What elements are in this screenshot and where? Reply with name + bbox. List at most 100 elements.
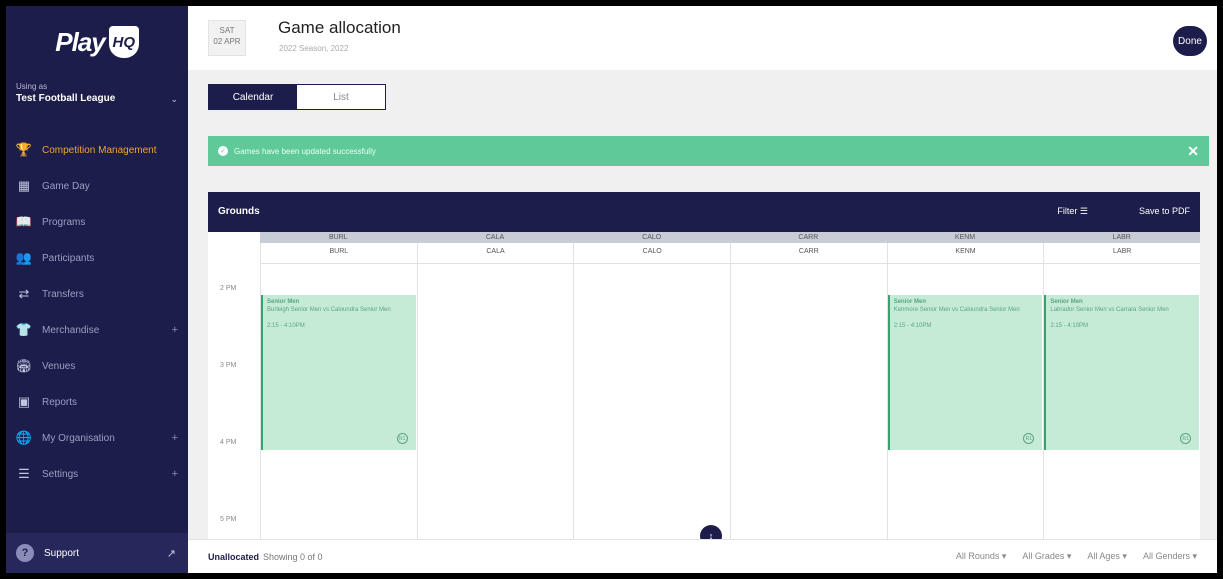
expand-icon: + [171, 324, 178, 336]
time-label: 3 PM [220, 362, 237, 369]
date-date: 02 APR [213, 37, 241, 46]
game-card[interactable]: Senior Men Kenmore Senior Men vs Calound… [887, 295, 1043, 450]
time-label: 5 PM [220, 516, 237, 523]
chevron-down-icon: ⌄ [170, 94, 178, 104]
grades-filter[interactable]: All Grades ▾ [1022, 551, 1071, 562]
sidebar-item-game-day[interactable]: ▦ Game Day [6, 168, 188, 204]
ages-filter[interactable]: All Ages ▾ [1087, 551, 1127, 562]
success-banner: ✓ Games have been updated successfully ✕ [208, 136, 1209, 166]
column-header: LABR [1112, 234, 1131, 241]
game-grade: Senior Men [267, 299, 300, 305]
game-time: 2:15 - 4:10PM [267, 323, 305, 329]
unallocated-bar: Unallocated Showing 0 of 0 All Rounds ▾ … [188, 539, 1217, 573]
column-header: CALO [642, 234, 662, 241]
column-subheader-row: BURL CALA CALO CARR KENM LABR [260, 243, 1200, 264]
unallocated-label: Unallocated [208, 551, 260, 562]
column-subheader: CALO [573, 243, 730, 263]
calendar-grid: Senior Men Burleigh Senior Men vs Caloun… [260, 264, 1200, 542]
game-match: Labrador Senior Men vs Carrara Senior Me… [1050, 307, 1169, 313]
calendar-toolbar: Grounds Filter ☰ Save to PDF [208, 192, 1200, 232]
sidebar-item-settings[interactable]: ☰ Settings + [6, 456, 188, 492]
grounds-label: Grounds [218, 206, 260, 217]
close-icon[interactable]: ✕ [1187, 143, 1199, 160]
sidebar-item-label: Settings [42, 468, 79, 480]
ground-column-cala[interactable] [416, 264, 574, 542]
book-icon: 📖 [15, 214, 33, 229]
tab-calendar[interactable]: Calendar [209, 85, 297, 109]
sidebar-nav: 🏆 Competition Management ▦ Game Day 📖 Pr… [6, 132, 188, 492]
column-header-row: BURL CALA CALO CARR KENM LABR [260, 232, 1200, 243]
logo-shield-icon: HQ [108, 26, 139, 58]
sidebar-item-label: Competition Management [42, 144, 157, 156]
sidebar-item-merchandise[interactable]: 👕 Merchandise + [6, 312, 188, 348]
shirt-icon: 👕 [15, 322, 33, 337]
rounds-filter[interactable]: All Rounds ▾ [956, 551, 1007, 562]
round-badge: R1 [1180, 433, 1192, 444]
sidebar-item-venues[interactable]: 🏟 Venues [6, 348, 188, 384]
date-day: SAT [219, 26, 235, 35]
scoreboard-icon: ▦ [17, 178, 31, 193]
trophy-icon: 🏆 [15, 142, 33, 157]
genders-filter[interactable]: All Genders ▾ [1143, 551, 1197, 562]
time-label: 4 PM [220, 439, 237, 446]
sidebar-item-competition-management[interactable]: 🏆 Competition Management [6, 132, 188, 168]
ground-column-labr[interactable]: Senior Men Labrador Senior Men vs Carrar… [1043, 264, 1200, 542]
expand-icon: + [171, 468, 178, 480]
expand-icon: + [171, 432, 178, 444]
done-button[interactable]: Done [1173, 26, 1207, 56]
column-header: BURL [328, 234, 348, 241]
sidebar-item-my-organisation[interactable]: 🌐 My Organisation + [6, 420, 188, 456]
game-grade: Senior Men [1050, 299, 1083, 305]
ground-column-burl[interactable]: Senior Men Burleigh Senior Men vs Caloun… [260, 264, 417, 542]
game-match: Burleigh Senior Men vs Caloundra Senior … [267, 307, 391, 313]
ground-column-kenm[interactable]: Senior Men Kenmore Senior Men vs Calound… [886, 264, 1044, 542]
sidebar-item-reports[interactable]: ▣ Reports [6, 384, 188, 420]
column-subheader: LABR [1043, 243, 1200, 263]
sidebar-item-label: Reports [42, 396, 78, 408]
org-switcher[interactable]: Using as Test Football League ⌄ [6, 78, 188, 122]
time-label: 2 PM [220, 285, 237, 292]
check-icon: ✓ [218, 146, 228, 156]
game-time: 2:15 - 4:10PM [893, 323, 932, 329]
round-badge: R1 [396, 433, 408, 444]
stadium-icon: 🏟 [15, 358, 33, 373]
sidebar-item-programs[interactable]: 📖 Programs [6, 204, 188, 240]
external-link-icon: ↗ [166, 547, 176, 560]
sidebar-item-participants[interactable]: 👥 Participants [6, 240, 188, 276]
column-subheader: BURL [260, 243, 417, 263]
sidebar-item-label: Programs [42, 216, 86, 228]
column-subheader: KENM [886, 243, 1044, 263]
game-time: 2:15 - 4:10PM [1050, 323, 1089, 329]
ground-column-calo[interactable] [573, 264, 730, 542]
game-card[interactable]: Senior Men Labrador Senior Men vs Carrar… [1044, 295, 1200, 450]
people-icon: 👥 [15, 250, 33, 265]
support-link[interactable]: ? Support ↗ [6, 533, 188, 573]
column-subheader: CALA [416, 243, 574, 263]
sidebar: Play HQ Using as Test Football League ⌄ … [6, 6, 188, 573]
globe-icon: 🌐 [15, 430, 33, 445]
filter-button[interactable]: Filter ☰ [1057, 206, 1088, 217]
sidebar-item-label: Participants [42, 252, 95, 264]
playhq-logo[interactable]: Play HQ [6, 6, 188, 78]
sidebar-item-label: Merchandise [42, 324, 100, 336]
sliders-icon: ☰ [18, 466, 30, 481]
view-tabs: Calendar List [208, 84, 386, 110]
round-badge: R1 [1023, 433, 1035, 444]
sidebar-item-label: Venues [42, 360, 76, 372]
tab-list[interactable]: List [297, 85, 385, 109]
logo-text: Play [55, 26, 105, 57]
sidebar-item-label: Game Day [42, 180, 90, 192]
sidebar-item-label: Transfers [42, 288, 84, 300]
support-label: Support [44, 547, 80, 559]
date-badge: SAT 02 APR [208, 20, 246, 56]
sidebar-item-transfers[interactable]: ⇄ Transfers [6, 276, 188, 312]
page-header: SAT 02 APR Game allocation 2022 Season, … [188, 6, 1217, 70]
page-subtitle: 2022 Season, 2022 [279, 44, 349, 53]
column-header: CALA [485, 234, 505, 241]
save-pdf-button[interactable]: Save to PDF [1139, 206, 1190, 216]
ground-column-carr[interactable] [730, 264, 887, 542]
transfer-icon: ⇄ [18, 286, 30, 301]
game-card[interactable]: Senior Men Burleigh Senior Men vs Caloun… [261, 295, 416, 450]
grounds-calendar: Grounds Filter ☰ Save to PDF BURL CALA C… [208, 192, 1200, 542]
column-header: CARR [798, 234, 819, 241]
